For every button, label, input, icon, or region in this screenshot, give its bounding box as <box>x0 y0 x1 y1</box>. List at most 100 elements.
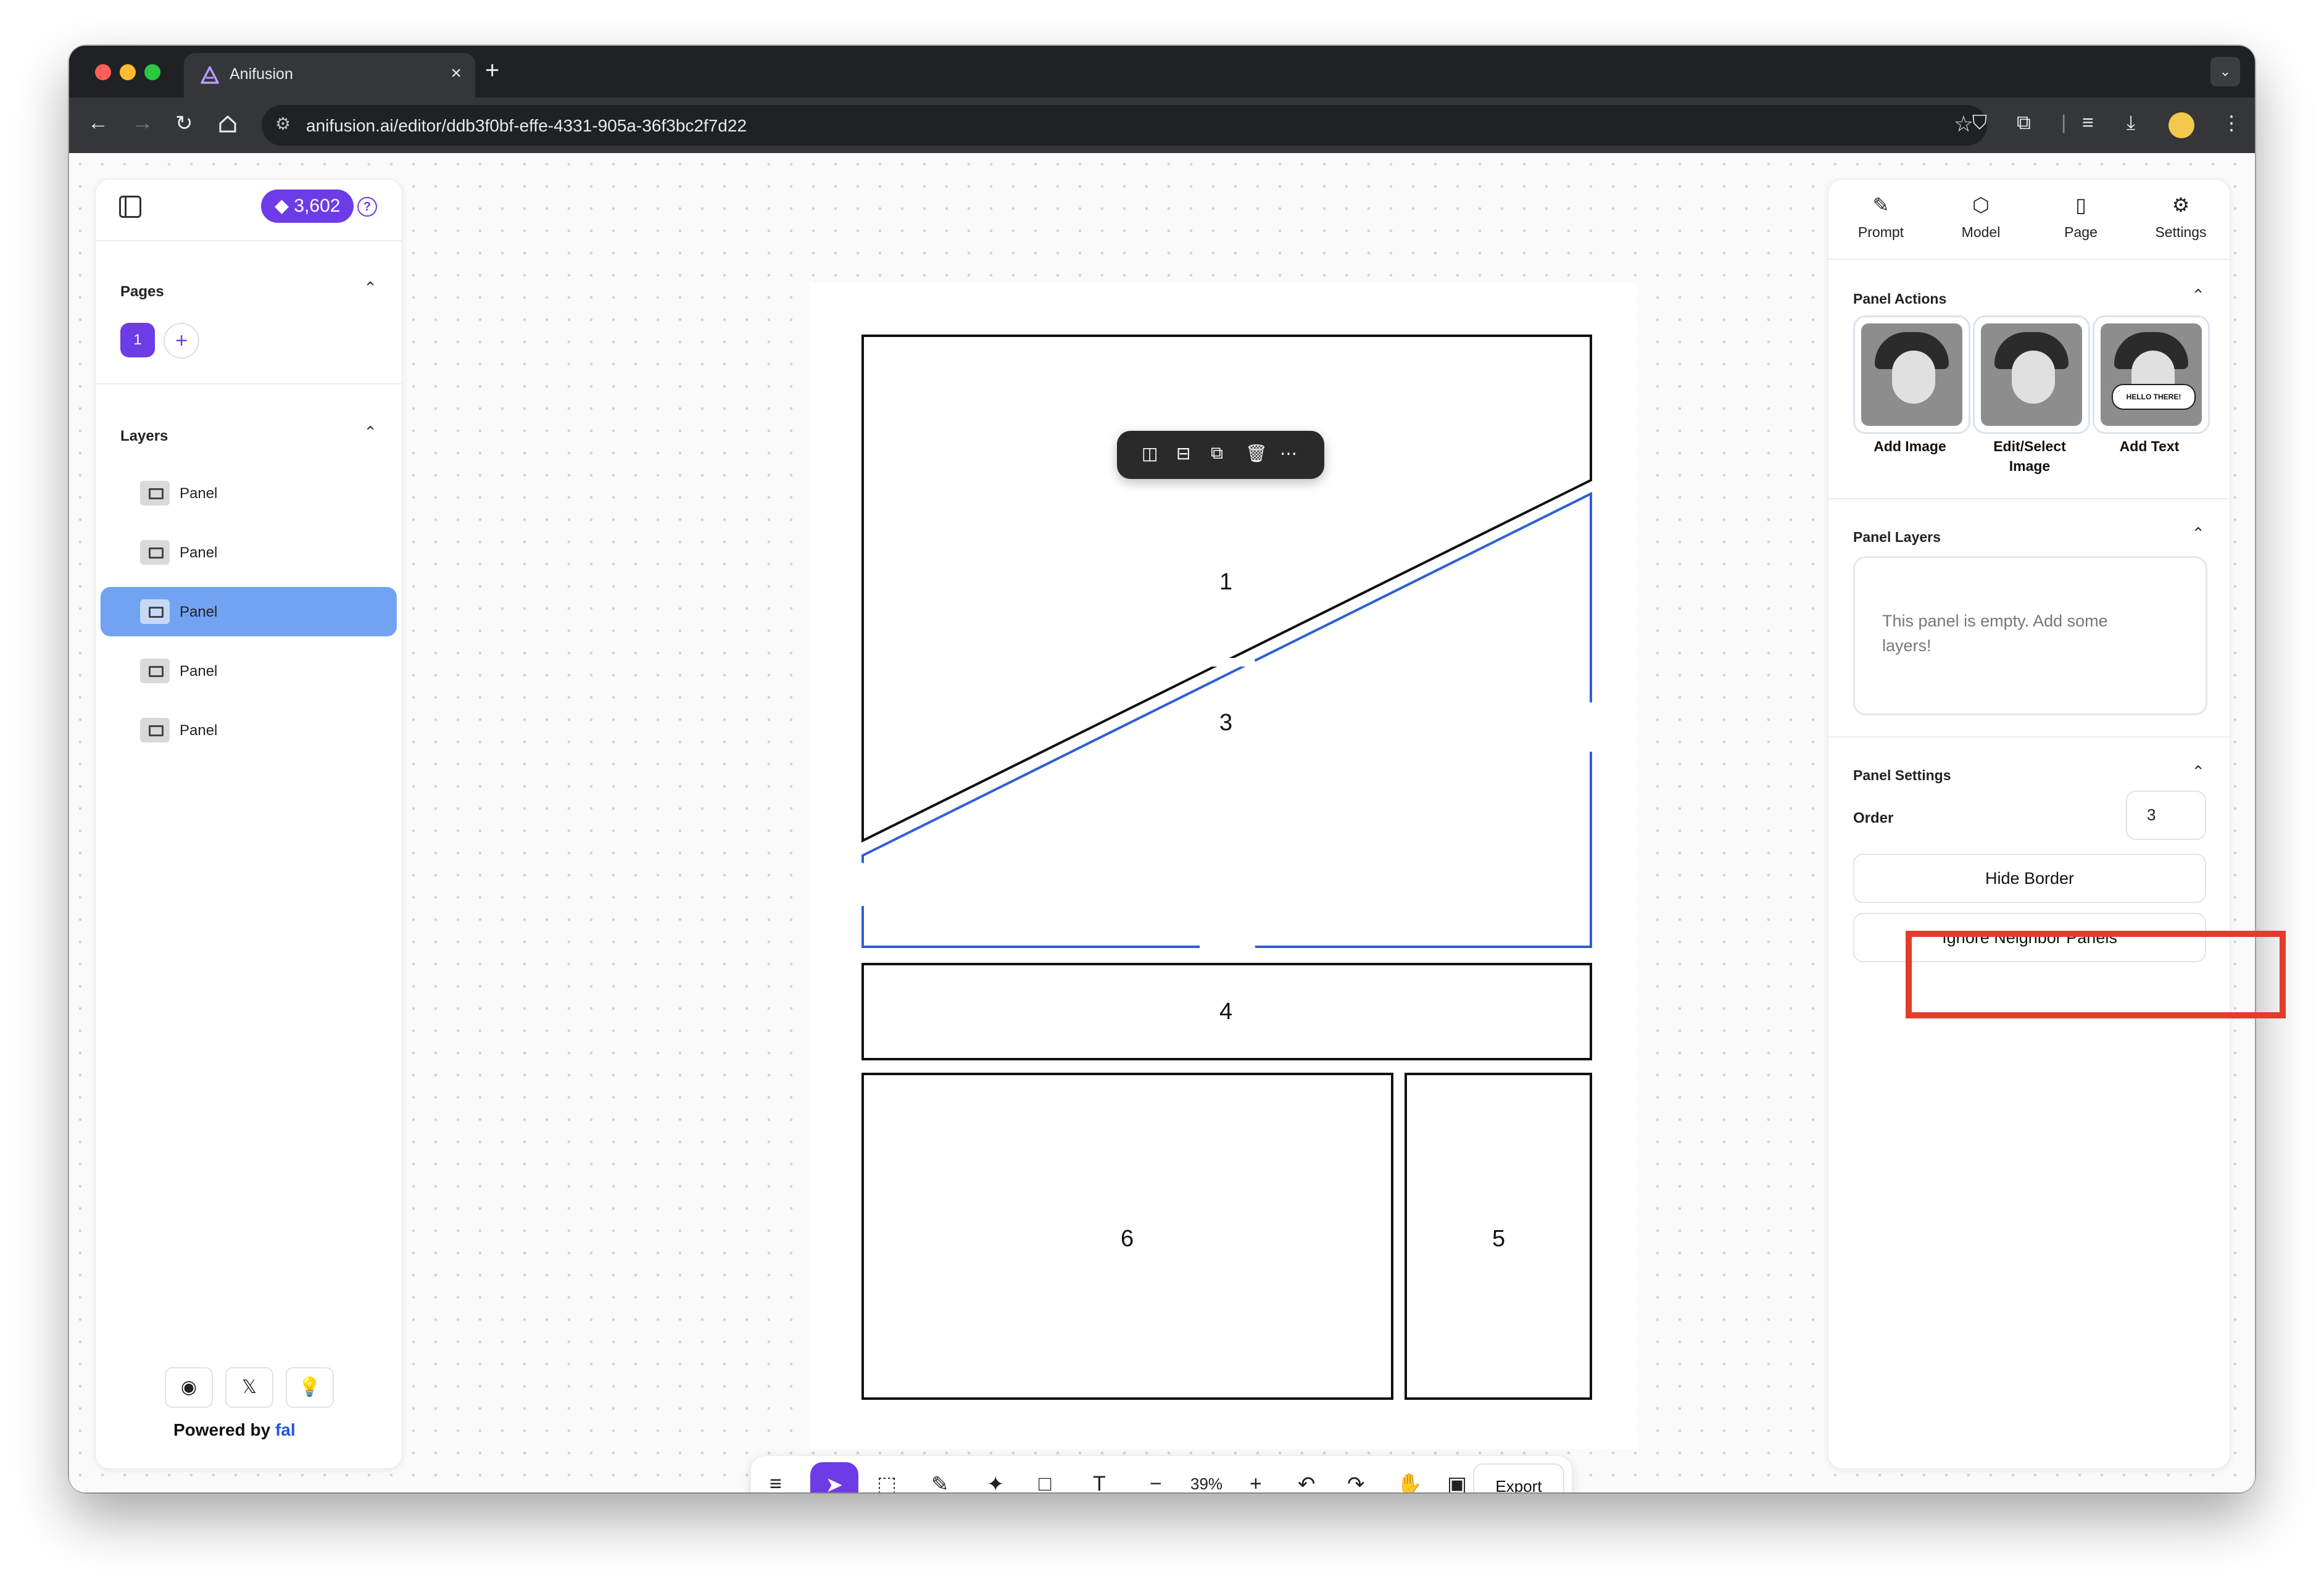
bookmark-star-icon[interactable]: ☆ <box>1954 111 1973 137</box>
action-label: Add Text <box>2119 438 2180 454</box>
left-sidebar: ◆ 3,602 ? Pages ⌃ 1 + Layers ⌃ Panel Pan… <box>95 179 402 1469</box>
action-label: Add Image <box>1874 438 1946 454</box>
save-icon[interactable]: ▣ <box>1447 1472 1467 1492</box>
zoom-in-icon[interactable]: + <box>1250 1472 1262 1492</box>
undo-icon[interactable]: ↶ <box>1298 1472 1316 1492</box>
split-horizontal-icon[interactable]: ⊟ <box>1176 443 1190 464</box>
tab-model[interactable]: ⬡ Model <box>1935 193 2027 241</box>
redo-icon[interactable]: ↷ <box>1347 1472 1365 1492</box>
hide-border-button[interactable]: Hide Border <box>1853 854 2206 903</box>
panel-number: 5 <box>1492 1226 1506 1252</box>
right-sidebar: ✎ Prompt ⬡ Model ▯ Page ⚙ Settings Panel Act… <box>1828 179 2230 1469</box>
tab-search-button[interactable]: ⌄ <box>2210 57 2240 86</box>
text-tool-icon[interactable]: T <box>1093 1472 1106 1492</box>
tab-settings[interactable]: ⚙ Settings <box>2135 193 2227 241</box>
order-input[interactable]: 3 <box>2126 791 2206 840</box>
menu-icon[interactable]: ≡ <box>770 1472 782 1492</box>
order-value: 3 <box>2147 805 2156 824</box>
back-icon[interactable]: ← <box>88 111 109 135</box>
sidebar-toggle-icon[interactable] <box>119 196 141 218</box>
media-queue-icon[interactable]: ≡ <box>2082 111 2094 134</box>
panel-settings-collapse-icon[interactable]: ⌃ <box>2191 762 2205 781</box>
anifusion-logo-icon <box>201 66 219 84</box>
gem-icon: ◆ <box>275 196 294 216</box>
speech-bubble: HELLO THERE! <box>2112 384 2196 410</box>
layer-item[interactable]: Panel <box>101 528 397 577</box>
browser-menu-icon[interactable]: ⋮ <box>2222 111 2241 135</box>
close-tab-icon[interactable]: × <box>450 63 462 84</box>
tab-label: Settings <box>2155 224 2207 240</box>
feedback-button[interactable]: 💡 <box>286 1367 334 1408</box>
panel-layer-icon <box>140 659 170 683</box>
profile-avatar[interactable] <box>2168 112 2194 138</box>
marquee-tool-icon[interactable]: ⬚ <box>877 1472 897 1492</box>
layer-label: Panel <box>180 604 218 620</box>
anime-girl-thumbnail <box>1861 323 1962 426</box>
export-button[interactable]: Export <box>1473 1463 1564 1492</box>
pose-tool-icon[interactable]: ✦ <box>987 1472 1005 1492</box>
reload-icon[interactable]: ↻ <box>175 111 193 136</box>
add-image-action[interactable] <box>1853 315 1970 434</box>
help-icon[interactable]: ? <box>357 197 377 217</box>
panel-layers-collapse-icon[interactable]: ⌃ <box>2191 524 2205 543</box>
panel-number: 6 <box>1121 1226 1134 1252</box>
layers-collapse-icon[interactable]: ⌃ <box>363 423 377 442</box>
extension-shield-icon[interactable]: ⛉ <box>1972 111 1987 135</box>
layer-item-selected[interactable]: Panel <box>101 587 397 636</box>
divider <box>1828 498 2230 499</box>
address-bar[interactable]: ⚙ anifusion.ai/editor/ddb3f0bf-effe-4331… <box>262 105 1987 146</box>
panel-number: 3 <box>1219 710 1233 736</box>
maximize-window-button[interactable] <box>144 64 160 80</box>
more-icon[interactable]: ⋯ <box>1280 443 1297 464</box>
url-text: anifusion.ai/editor/ddb3f0bf-effe-4331-9… <box>306 116 747 135</box>
resize-handle <box>1200 658 1255 667</box>
pencil-icon: ✎ <box>1872 194 1890 216</box>
brush-tool-icon[interactable]: ✎ <box>931 1472 949 1492</box>
tab-page[interactable]: ▯ Page <box>2035 193 2127 241</box>
download-icon[interactable]: ⤓ <box>2127 111 2135 135</box>
browser-tab[interactable]: Anifusion × <box>184 53 475 98</box>
duplicate-icon[interactable]: ⧉ <box>1211 443 1223 464</box>
rectangle-tool-icon[interactable]: □ <box>1039 1472 1052 1492</box>
page-icon: ▯ <box>2075 194 2086 216</box>
gear-icon: ⚙ <box>2172 194 2190 216</box>
hand-tool-icon[interactable]: ✋ <box>1396 1472 1422 1492</box>
tab-label: Page <box>2064 224 2098 240</box>
pages-section-title: Pages <box>120 283 164 300</box>
layer-label: Panel <box>180 722 218 739</box>
credits-badge[interactable]: ◆ 3,602 <box>261 189 354 223</box>
site-settings-icon[interactable]: ⚙ <box>275 114 291 134</box>
layer-item[interactable]: Panel <box>101 705 397 755</box>
divider <box>1828 259 2230 260</box>
layer-item[interactable]: Panel <box>101 646 397 696</box>
resize-handle <box>858 863 866 906</box>
minimize-window-button[interactable] <box>120 64 136 80</box>
edit-select-image-action[interactable] <box>1973 315 2090 434</box>
pages-collapse-icon[interactable]: ⌃ <box>363 278 377 297</box>
zoom-out-icon[interactable]: − <box>1150 1472 1162 1492</box>
new-tab-button[interactable]: + <box>485 57 499 85</box>
add-page-button[interactable]: + <box>164 323 199 359</box>
add-text-action[interactable]: HELLO THERE! <box>2093 315 2210 434</box>
tab-prompt[interactable]: ✎ Prompt <box>1835 193 1927 241</box>
divider <box>96 240 402 241</box>
extensions-puzzle-icon[interactable]: ⧉ <box>2017 111 2031 135</box>
powered-by-text: Powered by <box>173 1420 271 1439</box>
editor-workspace: ◆ 3,602 ? Pages ⌃ 1 + Layers ⌃ Panel Pan… <box>69 153 2255 1492</box>
home-icon[interactable] <box>217 114 238 135</box>
discord-button[interactable]: ◉ <box>165 1367 213 1408</box>
select-tool-icon[interactable]: ➤ <box>810 1462 858 1492</box>
powered-by[interactable]: Powered by fal <box>173 1420 296 1440</box>
panel-settings-title: Panel Settings <box>1853 767 1951 783</box>
panel-layer-icon <box>140 481 170 505</box>
page-1-button[interactable]: 1 <box>120 323 155 357</box>
panel-layer-icon <box>140 599 170 624</box>
trash-icon[interactable]: 🗑 <box>1245 443 1268 464</box>
layer-item[interactable]: Panel <box>101 468 397 518</box>
panel-actions-collapse-icon[interactable]: ⌃ <box>2191 286 2205 305</box>
forward-icon[interactable]: → <box>132 111 153 135</box>
close-window-button[interactable] <box>95 64 111 80</box>
panel-actions-title: Panel Actions <box>1853 291 1947 307</box>
x-twitter-button[interactable]: 𝕏 <box>225 1367 273 1408</box>
split-vertical-icon[interactable]: ◫ <box>1142 443 1158 464</box>
